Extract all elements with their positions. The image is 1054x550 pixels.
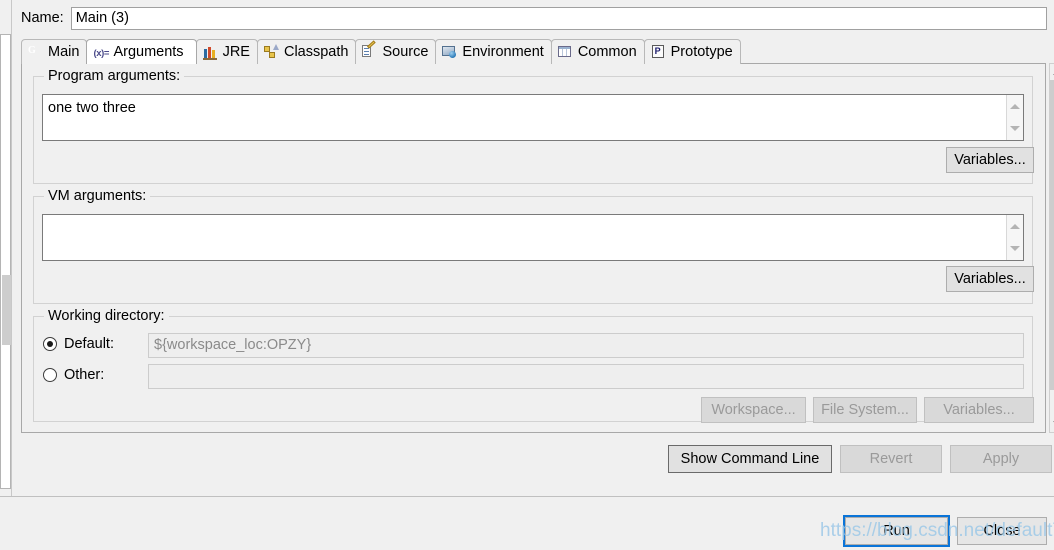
tab-main[interactable]: Main — [21, 39, 88, 64]
chevron-down-icon[interactable] — [1010, 126, 1020, 132]
working-directory-other-label: Other: — [64, 367, 105, 383]
source-icon — [362, 40, 378, 60]
working-directory-default-radio[interactable]: Default: — [43, 336, 114, 352]
scroll-down-button[interactable] — [1050, 416, 1054, 432]
program-arguments-variables-button[interactable]: Variables... — [946, 147, 1034, 173]
java-main-icon — [28, 44, 44, 60]
chevron-up-icon[interactable] — [1010, 223, 1020, 229]
dialog-footer: Run Close — [0, 497, 1054, 550]
tab-classpath-label: Classpath — [283, 44, 349, 60]
vm-arguments-value[interactable] — [43, 215, 1006, 260]
panel-vertical-scrollbar[interactable] — [1049, 63, 1054, 433]
revert-button[interactable]: Revert — [840, 445, 942, 473]
file-system-button[interactable]: File System... — [813, 397, 917, 423]
name-row: Name: — [13, 0, 1054, 36]
run-button[interactable]: Run — [845, 517, 948, 545]
prototype-icon — [651, 44, 667, 60]
tab-source-label: Source — [382, 44, 429, 60]
scroll-thumb[interactable] — [1050, 80, 1054, 390]
jre-icon — [202, 44, 219, 60]
chevron-down-icon[interactable] — [1010, 246, 1020, 252]
classpath-icon — [263, 44, 280, 60]
arguments-tab-panel: Program arguments: one two three Variabl… — [21, 63, 1046, 433]
working-directory-other-input[interactable] — [148, 364, 1024, 389]
program-arguments-scrollbar[interactable] — [1006, 95, 1023, 140]
tab-common-label: Common — [577, 44, 637, 60]
working-directory-default-label: Default: — [64, 336, 114, 352]
vm-arguments-variables-button[interactable]: Variables... — [946, 266, 1034, 292]
program-arguments-textarea[interactable]: one two three — [42, 94, 1024, 141]
tab-main-label: Main — [48, 44, 80, 60]
left-tree-scroll-area[interactable] — [0, 34, 11, 489]
run-configuration-dialog: Name: Main (x)= Arguments JRE — [0, 0, 1054, 550]
workspace-button[interactable]: Workspace... — [701, 397, 806, 423]
configuration-editor: Name: Main (x)= Arguments JRE — [13, 0, 1054, 550]
tab-jre-label: JRE — [222, 44, 250, 60]
working-directory-default-value: ${workspace_loc:OPZY} — [148, 333, 1024, 358]
working-directory-variables-button[interactable]: Variables... — [924, 397, 1034, 423]
program-arguments-label: Program arguments: — [44, 68, 185, 84]
tab-environment-label: Environment — [462, 44, 544, 60]
arguments-icon: (x)= — [93, 48, 109, 59]
left-tree-pane — [0, 0, 12, 496]
tab-source[interactable]: Source — [355, 39, 437, 64]
tab-common[interactable]: Common — [550, 39, 645, 64]
tab-classpath[interactable]: Classpath — [256, 39, 357, 64]
left-tree-scroll-thumb[interactable] — [2, 275, 11, 345]
scroll-up-button[interactable] — [1050, 64, 1054, 80]
tab-jre[interactable]: JRE — [195, 39, 258, 64]
tab-prototype-label: Prototype — [670, 44, 733, 60]
apply-button[interactable]: Apply — [950, 445, 1052, 473]
tab-arguments[interactable]: (x)= Arguments — [86, 39, 197, 64]
name-input[interactable] — [70, 6, 1047, 30]
environment-icon — [442, 44, 458, 60]
radio-other-indicator[interactable] — [43, 368, 57, 382]
tab-environment[interactable]: Environment — [435, 39, 552, 64]
name-label: Name: — [21, 10, 64, 26]
program-arguments-value[interactable]: one two three — [43, 95, 1006, 140]
close-button[interactable]: Close — [957, 517, 1047, 545]
tab-prototype[interactable]: Prototype — [643, 39, 741, 64]
common-icon — [557, 44, 574, 60]
working-directory-other-radio[interactable]: Other: — [43, 367, 104, 383]
show-command-line-button[interactable]: Show Command Line — [668, 445, 832, 473]
tab-bar: Main (x)= Arguments JRE Classpath Source… — [21, 38, 741, 64]
working-directory-label: Working directory: — [44, 308, 169, 324]
chevron-up-icon[interactable] — [1010, 103, 1020, 109]
tab-arguments-label: Arguments — [113, 44, 184, 60]
vm-arguments-scrollbar[interactable] — [1006, 215, 1023, 260]
radio-default-indicator[interactable] — [43, 337, 57, 351]
vm-arguments-label: VM arguments: — [44, 188, 151, 204]
vm-arguments-textarea[interactable] — [42, 214, 1024, 261]
